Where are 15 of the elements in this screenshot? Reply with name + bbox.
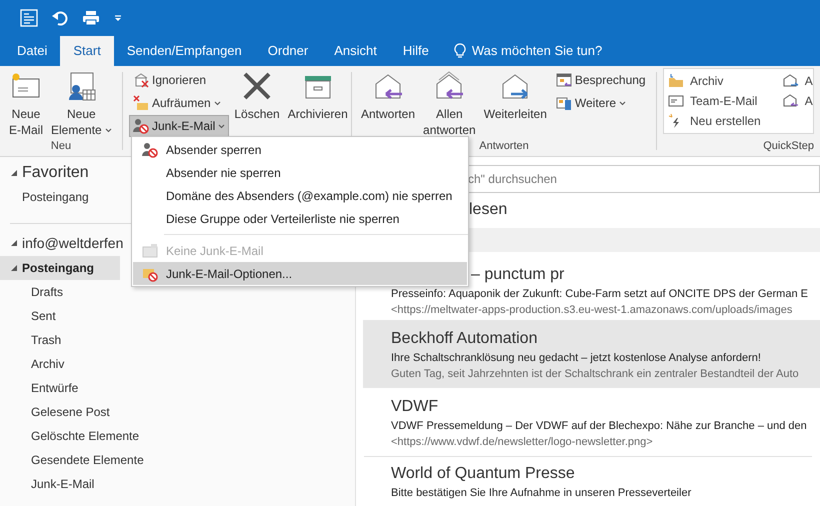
list-heading: lesen [469, 200, 508, 220]
message-subject: Presseinfo: Aquaponik der Zukunft: Cube-Farm setzt auf ONCITE DPS der German E [391, 287, 809, 302]
group-label: Neu [50, 139, 72, 154]
message-sender: – punctum pr [470, 265, 566, 285]
group-label: Antworten [479, 139, 529, 154]
group-label: QuickStep [763, 139, 814, 154]
message-sender: Beckhoff Automation [391, 329, 538, 349]
message-preview: Guten Tag, seit Jahrzehnten ist der Schaltschrank ein zentraler Bestandteil der Auto [391, 367, 800, 382]
message-subject: Bitte bestätigen Sie Ihre Aufnahme in unseren Presseverteiler [391, 486, 692, 501]
message-preview: <https://www.vdwf.de/newsletter/logo-newsletter.png> [391, 435, 654, 450]
message-subject: Ihre Schaltschranklösung neu gedacht – jetzt kostenlose Analyse anfordern! [391, 351, 762, 366]
message-sender: World of Quantum Presse [391, 464, 576, 484]
message-subject: VDWF Pressemeldung – Der VDWF auf der Blechexpo: Nähe zur Branche – und den [391, 419, 808, 434]
message-sender: VDWF [391, 397, 440, 417]
message-preview: <https://meltwater-apps-production.s3.eu-west-1.amazonaws.com/uploads/images [391, 303, 794, 318]
